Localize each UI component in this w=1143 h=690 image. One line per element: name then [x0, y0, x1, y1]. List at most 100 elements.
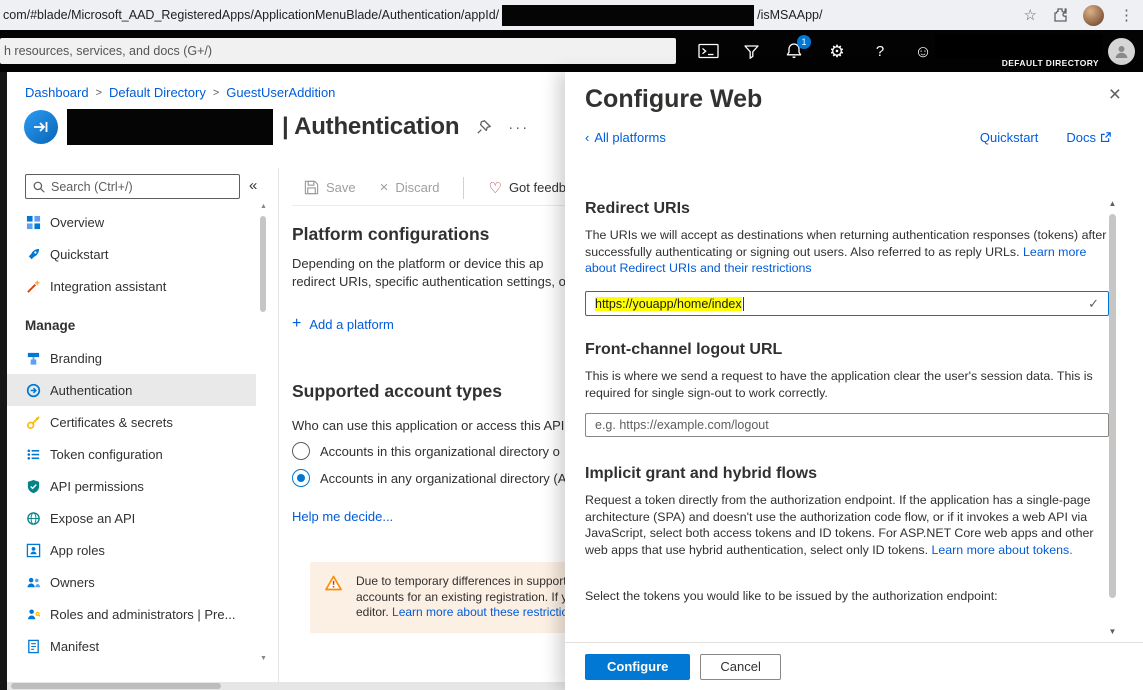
text-cursor [743, 297, 744, 311]
feedback-smiley-icon[interactable]: ☺ [912, 40, 934, 62]
more-actions-icon[interactable]: ··· [508, 119, 529, 136]
page-title: | Authentication [282, 113, 459, 141]
breadcrumb-guestuseraddition[interactable]: GuestUserAddition [226, 85, 335, 100]
sidebar-item-label: Certificates & secrets [50, 415, 173, 430]
sidebar-item-manifest[interactable]: Manifest [7, 630, 256, 662]
sidebar-item-api-permissions[interactable]: API permissions [7, 470, 256, 502]
breadcrumb-separator: > [96, 87, 102, 99]
sidebar-item-owners[interactable]: Owners [7, 566, 256, 598]
logout-url-input[interactable] [595, 418, 1099, 432]
radio-unselected-icon[interactable] [292, 442, 310, 460]
panel-scrollbar-thumb[interactable] [1109, 214, 1116, 598]
sidebar-scrollbar-thumb[interactable] [260, 216, 266, 312]
directory-label: DEFAULT DIRECTORY [1002, 58, 1099, 68]
sidebar-item-quickstart[interactable]: Quickstart [7, 238, 256, 270]
api-permissions-icon [25, 478, 41, 494]
url-prefix: com/#blade/Microsoft_AAD_RegisteredApps/… [3, 8, 499, 22]
sidebar-search-box[interactable] [25, 174, 240, 199]
sidebar-nav: Overview Quickstart Integration assistan… [7, 206, 256, 662]
heart-icon: ♡ [488, 179, 501, 197]
browser-menu-dots-icon[interactable]: ⋮ [1119, 8, 1134, 23]
front-channel-logout-heading: Front-channel logout URL [585, 341, 782, 359]
all-platforms-back-link[interactable]: ‹ All platforms [585, 130, 666, 145]
scroll-up-icon[interactable]: ▲ [258, 202, 269, 212]
expose-api-icon [25, 510, 41, 526]
tokens-learn-more-link[interactable]: Learn more about tokens. [931, 543, 1072, 557]
sidebar-item-branding[interactable]: Branding [7, 342, 256, 374]
scroll-up-icon[interactable]: ▲ [1105, 198, 1120, 210]
settings-gear-icon[interactable]: ⚙ [826, 40, 848, 62]
discard-button[interactable]: × Discard [380, 179, 440, 196]
configure-button[interactable]: Configure [585, 654, 690, 680]
cloud-shell-icon[interactable] [697, 40, 719, 62]
sidebar-item-certificates-secrets[interactable]: Certificates & secrets [7, 406, 256, 438]
bookmark-star-icon[interactable]: ☆ [1024, 8, 1037, 23]
sidebar-item-expose-an-api[interactable]: Expose an API [7, 502, 256, 534]
sidebar-collapse-button[interactable]: « [249, 177, 257, 194]
panel-title: Configure Web [585, 85, 762, 114]
account-avatar[interactable] [1108, 38, 1135, 65]
branding-icon [25, 350, 41, 366]
app-registration-icon [24, 110, 58, 144]
redacted-account-info [935, 34, 1103, 58]
breadcrumb-dashboard[interactable]: Dashboard [25, 85, 89, 100]
sidebar-item-label: Quickstart [50, 247, 109, 262]
sidebar-item-overview[interactable]: Overview [7, 206, 256, 238]
extensions-puzzle-icon[interactable] [1052, 7, 1068, 23]
sidebar-scrollbar[interactable]: ▲ ▼ [258, 202, 269, 664]
browser-profile-avatar[interactable] [1083, 5, 1104, 26]
redacted-app-name [67, 109, 273, 145]
quickstart-link[interactable]: Quickstart [980, 130, 1039, 145]
certificates-icon [25, 414, 41, 430]
scroll-down-icon[interactable]: ▼ [258, 654, 269, 664]
quickstart-icon [25, 246, 41, 262]
sidebar-item-label: Integration assistant [50, 279, 166, 294]
sidebar-item-label: Token configuration [50, 447, 163, 462]
warning-triangle-icon [325, 575, 342, 596]
sidebar-divider [278, 168, 279, 682]
sidebar-item-label: Owners [50, 575, 95, 590]
integration-assistant-icon [25, 278, 41, 294]
pin-icon[interactable] [476, 119, 492, 135]
directory-filter-icon[interactable] [740, 40, 762, 62]
authentication-icon [25, 382, 41, 398]
panel-scrollbar[interactable]: ▲ ▼ [1105, 198, 1120, 638]
validation-check-icon: ✓ [1088, 296, 1099, 312]
logout-url-input-wrap [585, 413, 1109, 437]
save-button[interactable]: Save [304, 180, 356, 195]
front-channel-logout-description: This is where we send a request to have … [585, 368, 1113, 401]
breadcrumb-default-directory[interactable]: Default Directory [109, 85, 206, 100]
docs-link[interactable]: Docs [1066, 130, 1111, 145]
page-header: | Authentication ··· [24, 109, 529, 145]
browser-address-bar[interactable]: com/#blade/Microsoft_AAD_RegisteredApps/… [0, 0, 1143, 30]
configure-web-panel: Configure Web × ‹ All platforms Quicksta… [565, 72, 1143, 690]
notifications-bell-icon[interactable]: 1 [783, 40, 805, 62]
close-icon[interactable]: × [1109, 84, 1121, 105]
sidebar-item-label: Roles and administrators | Pre... [50, 607, 235, 622]
sidebar-item-label: Expose an API [50, 511, 135, 526]
chevron-left-icon: ‹ [585, 130, 589, 145]
roles-admins-icon [25, 606, 41, 622]
sidebar-item-token-configuration[interactable]: Token configuration [7, 438, 256, 470]
save-icon [304, 180, 319, 195]
sidebar-item-roles-administrators[interactable]: Roles and administrators | Pre... [7, 598, 256, 630]
redirect-uris-heading: Redirect URIs [585, 200, 690, 218]
global-search-input[interactable] [0, 38, 676, 64]
sidebar-search-input[interactable] [51, 180, 233, 194]
cancel-button[interactable]: Cancel [700, 654, 780, 680]
horizontal-scrollbar-thumb[interactable] [11, 683, 221, 689]
redirect-uri-input[interactable]: https://youapp/home/index ✓ [585, 291, 1109, 316]
radio-selected-icon[interactable] [292, 469, 310, 487]
sidebar-item-app-roles[interactable]: App roles [7, 534, 256, 566]
sidebar-item-authentication[interactable]: Authentication [7, 374, 256, 406]
sidebar-item-label: App roles [50, 543, 105, 558]
scroll-down-icon[interactable]: ▼ [1105, 626, 1120, 638]
restrictions-learn-more-link[interactable]: Learn more about these restrictions. [392, 605, 584, 619]
sidebar-item-integration-assistant[interactable]: Integration assistant [7, 270, 256, 302]
plus-icon: + [292, 315, 301, 333]
app-roles-icon [25, 542, 41, 558]
horizontal-scrollbar[interactable] [7, 682, 565, 690]
left-edge-strip [0, 72, 7, 690]
implicit-grant-heading: Implicit grant and hybrid flows [585, 465, 817, 483]
help-icon[interactable]: ? [869, 40, 891, 62]
